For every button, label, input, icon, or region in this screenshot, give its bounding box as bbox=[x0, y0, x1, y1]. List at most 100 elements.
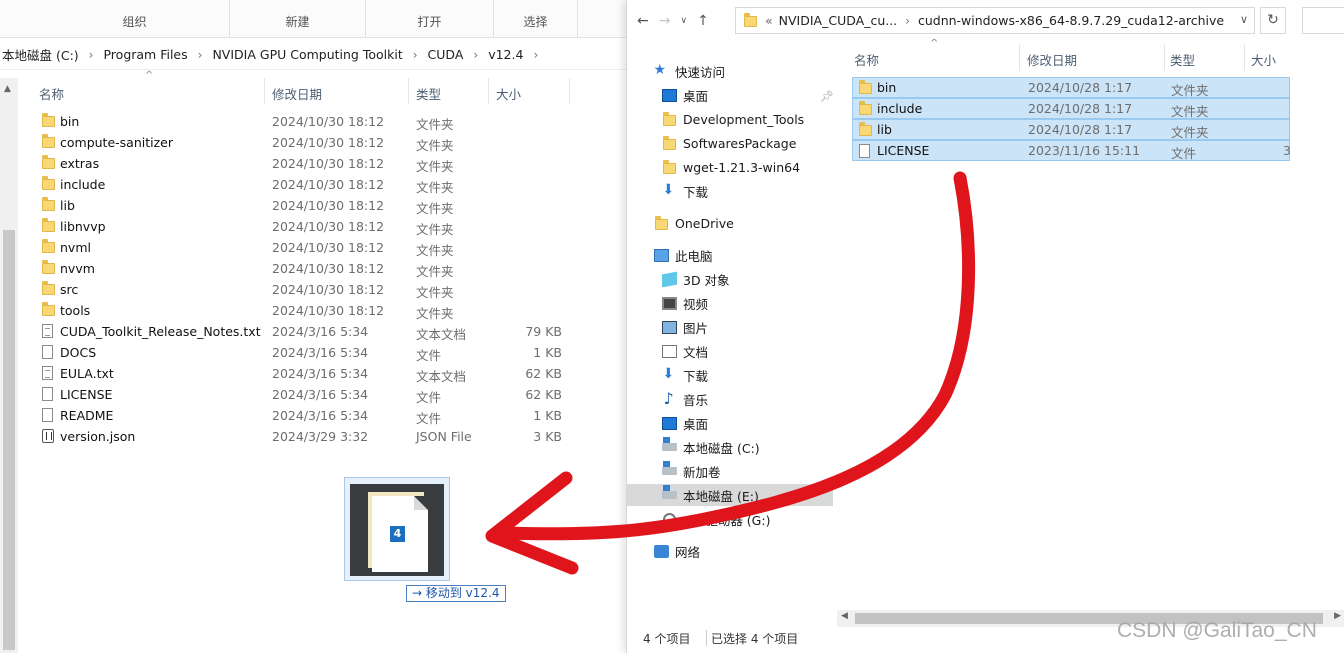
column-header-name[interactable]: 名称 bbox=[39, 84, 64, 110]
nav-item[interactable]: 快速访问 bbox=[653, 60, 726, 82]
column-divider[interactable] bbox=[264, 78, 265, 104]
file-row[interactable]: nvvm 2024/10/30 18:12 文件夹 bbox=[38, 258, 598, 279]
column-divider[interactable] bbox=[488, 78, 489, 104]
file-row[interactable]: compute-sanitizer 2024/10/30 18:12 文件夹 bbox=[38, 132, 598, 153]
refresh-button[interactable]: ↻ bbox=[1260, 7, 1286, 34]
nav-item[interactable]: 此电脑 bbox=[653, 244, 713, 266]
scrollbar-thumb[interactable] bbox=[3, 230, 15, 650]
file-row[interactable]: lib 2024/10/28 1:17 文件夹 bbox=[852, 119, 1290, 140]
column-header-type[interactable]: 类型 bbox=[1170, 50, 1195, 76]
breadcrumb-item[interactable]: NVIDIA_CUDA_cu... bbox=[779, 13, 898, 28]
nav-item[interactable]: 文档 bbox=[661, 340, 708, 362]
ribbon-group-select[interactable]: 选择 bbox=[494, 0, 578, 38]
folder-icon bbox=[42, 281, 55, 297]
column-header-type[interactable]: 类型 bbox=[416, 84, 441, 110]
file-row[interactable]: LICENSE 2024/3/16 5:34 文件 62 KB bbox=[38, 384, 598, 405]
chevron-right-icon[interactable]: › bbox=[897, 14, 918, 28]
nav-item[interactable]: 下载 bbox=[661, 180, 709, 202]
file-row[interactable]: include 2024/10/30 18:12 文件夹 bbox=[38, 174, 598, 195]
nav-item[interactable]: 本地磁盘 (C:) bbox=[661, 436, 760, 458]
file-type: JSON File bbox=[416, 429, 472, 444]
column-divider[interactable] bbox=[569, 78, 570, 104]
file-row[interactable]: version.json 2024/3/29 3:32 JSON File 3 KB bbox=[38, 426, 598, 447]
ribbon-group-organize[interactable]: 组织 bbox=[40, 0, 230, 38]
nav-item-label: 桌面 bbox=[683, 88, 709, 104]
file-row[interactable]: bin 2024/10/28 1:17 文件夹 bbox=[852, 77, 1290, 98]
chevron-right-icon[interactable]: › bbox=[405, 48, 426, 62]
vertical-scrollbar[interactable]: ▲ bbox=[0, 78, 18, 653]
scroll-right-arrow-icon[interactable]: ▶ bbox=[1334, 611, 1341, 621]
column-divider[interactable] bbox=[1164, 45, 1165, 71]
file-row[interactable]: LICENSE 2023/11/16 15:11 文件 3 bbox=[852, 140, 1291, 161]
chevron-right-icon[interactable]: › bbox=[465, 48, 486, 62]
breadcrumb-item[interactable]: NVIDIA GPU Computing Toolkit bbox=[210, 47, 404, 62]
nav-item[interactable]: 视频 bbox=[661, 292, 708, 314]
file-row[interactable]: lib 2024/10/30 18:12 文件夹 bbox=[38, 195, 598, 216]
nav-item[interactable]: 音乐 bbox=[661, 388, 709, 410]
recent-dropdown-icon[interactable]: ∨ bbox=[680, 16, 687, 26]
file-type: 文件夹 bbox=[1171, 83, 1209, 98]
nav-item[interactable]: 3D 对象 bbox=[661, 268, 730, 290]
column-header-date[interactable]: 修改日期 bbox=[1027, 50, 1077, 76]
file-name: bin bbox=[60, 114, 80, 129]
column-divider[interactable] bbox=[1244, 45, 1245, 71]
nav-item[interactable]: 新加卷 bbox=[661, 460, 721, 482]
chevron-down-icon[interactable]: ∨ bbox=[1240, 13, 1248, 26]
ribbon-group-new[interactable]: 新建 bbox=[230, 0, 366, 38]
scroll-left-arrow-icon[interactable]: ◀ bbox=[841, 611, 848, 621]
address-bar[interactable]: « NVIDIA_CUDA_cu... › cudnn-windows-x86_… bbox=[735, 7, 1255, 34]
breadcrumb-item[interactable]: Program Files bbox=[101, 47, 189, 62]
column-divider[interactable] bbox=[1019, 45, 1020, 71]
breadcrumb-item[interactable]: 本地磁盘 (C:) bbox=[0, 45, 81, 64]
overflow-chevron-icon[interactable]: « bbox=[765, 13, 779, 28]
file-row[interactable]: extras 2024/10/30 18:12 文件夹 bbox=[38, 153, 598, 174]
ribbon-label: 选择 bbox=[523, 15, 548, 29]
file-row[interactable]: libnvvp 2024/10/30 18:12 文件夹 bbox=[38, 216, 598, 237]
file-row[interactable]: DOCS 2024/3/16 5:34 文件 1 KB bbox=[38, 342, 598, 363]
file-row[interactable]: CUDA_Toolkit_Release_Notes.txt 2024/3/16 … bbox=[38, 321, 598, 342]
column-header-name[interactable]: 名称 bbox=[854, 50, 879, 76]
breadcrumb-item[interactable]: CUDA bbox=[426, 47, 466, 62]
nav-item[interactable]: 图片 bbox=[661, 316, 708, 338]
nav-item[interactable]: CD 驱动器 (G:) bbox=[661, 508, 770, 530]
file-row[interactable]: README 2024/3/16 5:34 文件 1 KB bbox=[38, 405, 598, 426]
file-date: 2023/11/16 15:11 bbox=[1028, 143, 1141, 158]
ribbon-group-open[interactable]: 打开 bbox=[366, 0, 494, 38]
column-header-date[interactable]: 修改日期 bbox=[272, 84, 322, 110]
nav-item[interactable]: 桌面 bbox=[661, 412, 708, 434]
file-date: 2024/3/16 5:34 bbox=[272, 408, 369, 423]
chevron-right-icon[interactable]: › bbox=[525, 48, 546, 62]
scroll-up-arrow-icon[interactable]: ▲ bbox=[4, 84, 11, 94]
up-arrow-icon[interactable]: ↑ bbox=[697, 13, 709, 29]
nav-item[interactable]: 网络 bbox=[653, 540, 700, 562]
back-arrow-icon[interactable]: ← bbox=[637, 13, 649, 29]
file-row[interactable]: EULA.txt 2024/3/16 5:34 文本文档 62 KB bbox=[38, 363, 598, 384]
file-row[interactable]: include 2024/10/28 1:17 文件夹 bbox=[852, 98, 1290, 119]
nav-item[interactable]: 下载 bbox=[661, 364, 709, 386]
nav-item[interactable]: wget-1.21.3-win64 bbox=[661, 156, 800, 178]
nav-item-label: 文档 bbox=[683, 344, 709, 360]
file-date: 2024/3/16 5:34 bbox=[272, 387, 369, 402]
file-row[interactable]: src 2024/10/30 18:12 文件夹 bbox=[38, 279, 598, 300]
search-input[interactable] bbox=[1302, 7, 1344, 34]
column-divider[interactable] bbox=[408, 78, 409, 104]
file-row[interactable]: nvml 2024/10/30 18:12 文件夹 bbox=[38, 237, 598, 258]
breadcrumb[interactable]: 本地磁盘 (C:) › Program Files › NVIDIA GPU C… bbox=[0, 40, 628, 70]
breadcrumb-item[interactable]: v12.4 bbox=[486, 47, 525, 62]
nav-item[interactable]: OneDrive bbox=[653, 212, 734, 234]
nav-item-label: 下载 bbox=[683, 368, 709, 384]
nav-item[interactable]: Development_Tools bbox=[661, 108, 804, 130]
chevron-right-icon[interactable]: › bbox=[81, 48, 102, 62]
nav-item[interactable]: 本地磁盘 (E:) bbox=[627, 484, 833, 506]
file-row[interactable]: tools 2024/10/30 18:12 文件夹 bbox=[38, 300, 598, 321]
column-header-size[interactable]: 大小 bbox=[1251, 50, 1276, 76]
chevron-right-icon[interactable]: › bbox=[190, 48, 211, 62]
column-header-size[interactable]: 大小 bbox=[496, 84, 521, 110]
breadcrumb-item[interactable]: cudnn-windows-x86_64-8.9.7.29_cuda12-arc… bbox=[918, 13, 1224, 28]
file-name: libnvvp bbox=[60, 219, 106, 234]
file-row[interactable]: bin 2024/10/30 18:12 文件夹 bbox=[38, 111, 598, 132]
forward-arrow-icon[interactable]: → bbox=[659, 13, 671, 29]
file-date: 2024/10/30 18:12 bbox=[272, 156, 385, 171]
nav-item[interactable]: 桌面 bbox=[661, 84, 708, 106]
nav-item[interactable]: SoftwaresPackage bbox=[661, 132, 796, 154]
